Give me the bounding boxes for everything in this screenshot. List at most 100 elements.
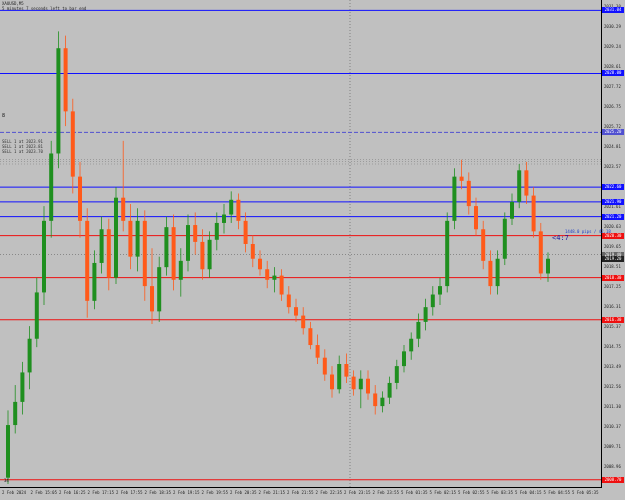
price-tick-label: 2030.29 <box>604 24 621 29</box>
candle-body <box>150 286 154 312</box>
candle-body <box>416 321 421 339</box>
candle-body <box>358 378 363 390</box>
candle-body <box>294 307 298 316</box>
candle-body <box>243 220 248 244</box>
price-tick-label: 2009.71 <box>604 444 621 449</box>
candle-body <box>466 180 471 207</box>
time-tick-label: 5 Feb 03:35 <box>486 490 514 495</box>
candle-body <box>27 338 32 373</box>
price-tag: 2025.20 <box>602 129 624 136</box>
time-tick-label: 2 Feb 23:55 <box>372 490 400 495</box>
candle-body <box>272 275 277 280</box>
price-tick-label: 2028.61 <box>604 64 621 69</box>
price-scale[interactable]: 2031.302030.292029.242028.612027.722026.… <box>602 0 625 488</box>
candle-body <box>517 170 522 202</box>
candle-body <box>258 258 262 270</box>
price-tick-label: 2008.96 <box>604 464 621 469</box>
time-tick-label: 2 Feb 17:15 <box>87 490 115 495</box>
time-tick-label: 2 Feb 16:25 <box>59 490 86 495</box>
chart-window[interactable]: XAUUSD,M5 5 minutes 7 seconds left to ba… <box>0 0 625 500</box>
candle-body <box>56 48 61 154</box>
price-tick-label: 2020.63 <box>604 224 621 229</box>
price-tick-label: 2011.30 <box>604 404 621 409</box>
candle-body <box>200 241 205 270</box>
time-tick-label: 5 Feb 01:35 <box>401 490 428 495</box>
candle-body <box>92 262 97 301</box>
time-tick-label: 2 Feb 2024 <box>2 490 27 495</box>
candle-body <box>178 260 183 280</box>
candle-body <box>330 374 334 390</box>
candle-body <box>34 292 39 339</box>
time-tick-label: 2 Feb 21:15 <box>258 490 286 495</box>
price-tag: 2020.30 <box>602 232 624 239</box>
candle-body <box>214 222 219 240</box>
candle-body <box>481 229 486 261</box>
price-tag: 2031.04 <box>602 7 624 14</box>
candle-body <box>452 176 457 221</box>
time-tick-label: 2 Feb 23:15 <box>344 490 371 495</box>
candle-body <box>99 229 104 263</box>
candle-body <box>474 206 478 230</box>
candle-body <box>322 357 327 375</box>
candle-body <box>430 294 435 308</box>
price-tick-label: 2019.65 <box>604 244 621 249</box>
candle-body <box>373 393 378 407</box>
price-tick-label: 2025.72 <box>604 124 621 129</box>
candle-body <box>85 220 90 301</box>
current-price-tag: 2019.20 <box>602 255 624 262</box>
candle-body <box>308 328 313 346</box>
price-tick-label: 2026.75 <box>604 104 621 109</box>
candle-body <box>315 345 320 358</box>
countdown-text: 5 minutes 7 seconds left to bar end <box>2 6 87 11</box>
candle-body <box>106 229 111 278</box>
bottom-marker: 34 <box>4 478 9 483</box>
price-tick-label: 2027.72 <box>604 84 621 89</box>
candle-body <box>20 372 25 402</box>
candle-body <box>6 425 10 478</box>
price-tag: 2021.90 <box>602 198 624 205</box>
candle-body <box>222 214 226 223</box>
candle-body <box>142 220 147 287</box>
time-tick-label: 2 Feb 19:55 <box>201 490 229 495</box>
price-tick-label: 2012.56 <box>604 384 621 389</box>
time-tick-label: 2 Feb 19:15 <box>173 490 200 495</box>
bar-countdown: <4:7 <box>552 234 569 242</box>
candle-body <box>409 338 414 352</box>
candle-body <box>63 48 68 112</box>
candle-body <box>459 176 464 181</box>
candle-body <box>135 220 140 257</box>
time-tick-label: 2 Feb 22:35 <box>315 490 343 495</box>
candle-body <box>171 227 176 280</box>
candle-body <box>531 195 536 232</box>
candle-body <box>387 382 392 398</box>
candle-body <box>301 315 306 329</box>
candle-body <box>13 401 18 426</box>
candle-body <box>438 286 442 295</box>
price-tick-label: 2017.25 <box>604 284 621 289</box>
candle-body <box>502 218 507 259</box>
candle-body <box>445 220 450 287</box>
candle-body <box>193 225 198 242</box>
candle-body <box>546 258 550 274</box>
price-tag: 2021.20 <box>602 213 624 220</box>
candle-body <box>128 220 133 257</box>
price-tag: 2016.30 <box>602 316 624 323</box>
price-tick-label: 2023.57 <box>604 164 621 169</box>
candle-body <box>538 231 543 274</box>
price-chart-plot[interactable] <box>0 0 602 488</box>
time-tick-label: 5 Feb 04:15 <box>515 490 542 495</box>
candle-body <box>423 307 428 322</box>
time-axis[interactable]: 2 Feb 2024 2 Feb 15:05 2 Feb 16:25 2 Feb 17… <box>0 488 602 500</box>
candle-body <box>495 258 500 287</box>
price-tick-label: 2029.24 <box>604 44 621 49</box>
candle-body <box>157 267 162 312</box>
time-tick-label: 5 Feb 05:35 <box>572 490 599 495</box>
candle-body <box>121 197 126 221</box>
candle-body <box>402 351 406 367</box>
candle-body <box>394 366 399 383</box>
candlestick-chart[interactable] <box>0 0 602 488</box>
candle-body <box>265 269 270 280</box>
time-tick-label: 2 Feb 15:05 <box>30 490 58 495</box>
price-tag: 2018.30 <box>602 274 624 281</box>
candle-body <box>351 376 356 390</box>
